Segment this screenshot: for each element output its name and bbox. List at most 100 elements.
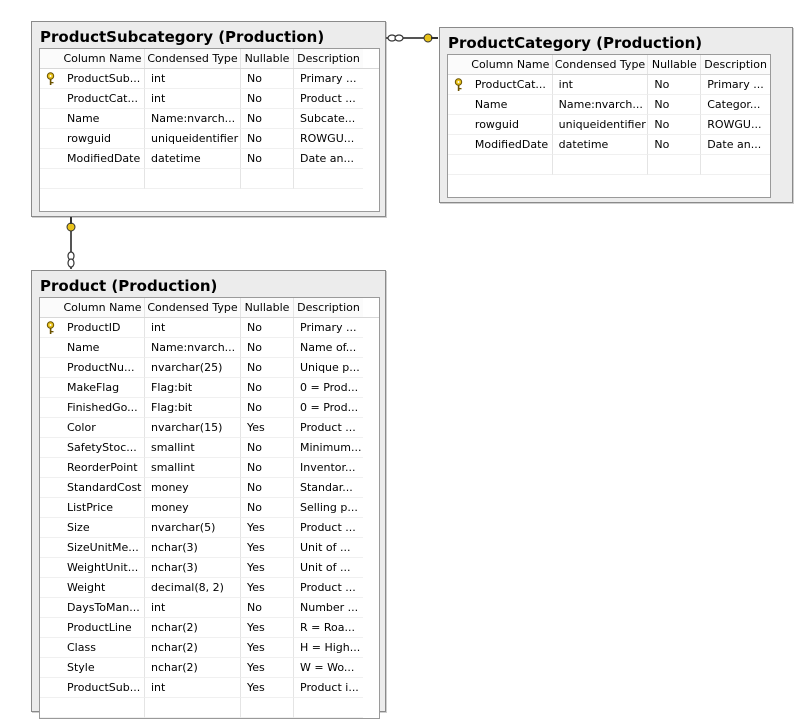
table-row[interactable]: WeightUnit... nchar(3) Yes Unit of ... bbox=[40, 558, 379, 578]
cell-nullable: Yes bbox=[241, 538, 294, 558]
table-productcategory[interactable]: ProductCategory (Production) Column Name… bbox=[439, 27, 793, 203]
empty-row[interactable] bbox=[40, 169, 379, 189]
table-row[interactable]: Color nvarchar(15) Yes Product ... bbox=[40, 418, 379, 438]
cell-nullable: Yes bbox=[241, 638, 294, 658]
cell-condensed-type: nvarchar(5) bbox=[145, 518, 241, 538]
header-description: Description bbox=[294, 49, 363, 68]
cell-column-name: SafetyStoc... bbox=[61, 438, 145, 458]
table-row[interactable]: ProductCat... int No Product ... bbox=[40, 89, 379, 109]
table-row[interactable]: StandardCost money No Standar... bbox=[40, 478, 379, 498]
row-selector[interactable] bbox=[448, 115, 469, 135]
row-selector[interactable] bbox=[40, 458, 61, 478]
relationship-subcategory-category[interactable] bbox=[384, 28, 440, 48]
cell-column-name: ModifiedDate bbox=[468, 135, 553, 155]
table-row[interactable]: ModifiedDate datetime No Date an... bbox=[40, 149, 379, 169]
row-selector[interactable] bbox=[40, 89, 61, 109]
table-productsubcategory[interactable]: ProductSubcategory (Production) Column N… bbox=[31, 21, 386, 217]
table-row[interactable]: ProductSub... int No Primary ... bbox=[40, 69, 379, 89]
table-row[interactable]: SafetyStoc... smallint No Minimum... bbox=[40, 438, 379, 458]
row-selector[interactable] bbox=[40, 518, 61, 538]
table-row[interactable]: ProductNu... nvarchar(25) No Unique p... bbox=[40, 358, 379, 378]
table-row[interactable]: Name Name:nvarch... No Name of... bbox=[40, 338, 379, 358]
cell-condensed-type: int bbox=[145, 598, 241, 618]
row-selector[interactable] bbox=[40, 109, 61, 129]
table-row[interactable]: ProductCat... int No Primary ... bbox=[448, 75, 770, 95]
table-row[interactable]: Style nchar(2) Yes W = Wo... bbox=[40, 658, 379, 678]
table-row[interactable]: ProductID int No Primary ... bbox=[40, 318, 379, 338]
table-row[interactable]: DaysToMan... int No Number ... bbox=[40, 598, 379, 618]
table-row[interactable]: Weight decimal(8, 2) Yes Product ... bbox=[40, 578, 379, 598]
cell-condensed-type: smallint bbox=[145, 458, 241, 478]
cell-condensed-type: nvarchar(15) bbox=[145, 418, 241, 438]
cell-column-name: Class bbox=[61, 638, 145, 658]
cell-nullable: No bbox=[241, 378, 294, 398]
empty-row[interactable] bbox=[40, 698, 379, 718]
empty-row[interactable] bbox=[448, 155, 770, 175]
cell-description: Primary ... bbox=[701, 75, 770, 95]
cell-condensed-type: nchar(2) bbox=[145, 658, 241, 678]
header-condensed-type: Condensed Type bbox=[145, 298, 241, 317]
row-selector[interactable] bbox=[40, 638, 61, 658]
relationship-product-subcategory[interactable] bbox=[63, 215, 79, 271]
cell-condensed-type: uniqueidentifier bbox=[145, 129, 241, 149]
header-nullable: Nullable bbox=[241, 298, 294, 317]
row-selector[interactable] bbox=[40, 578, 61, 598]
row-selector[interactable] bbox=[40, 598, 61, 618]
row-selector[interactable] bbox=[40, 618, 61, 638]
row-selector[interactable] bbox=[40, 478, 61, 498]
table-row[interactable]: rowguid uniqueidentifier No ROWGU... bbox=[40, 129, 379, 149]
table-row[interactable]: SizeUnitMe... nchar(3) Yes Unit of ... bbox=[40, 538, 379, 558]
row-selector[interactable] bbox=[40, 538, 61, 558]
table-row[interactable]: Name Name:nvarch... No Categor... bbox=[448, 95, 770, 115]
cell-condensed-type: Flag:bit bbox=[145, 378, 241, 398]
row-selector[interactable] bbox=[40, 418, 61, 438]
cell-nullable: Yes bbox=[241, 658, 294, 678]
grid-rows: ProductSub... int No Primary ... ProductCat.… bbox=[40, 69, 379, 189]
row-selector[interactable] bbox=[40, 558, 61, 578]
cell-column-name: rowguid bbox=[61, 129, 145, 149]
row-selector[interactable] bbox=[40, 438, 61, 458]
cell-nullable: Yes bbox=[241, 558, 294, 578]
cell-column-name: Name bbox=[61, 109, 145, 129]
row-selector[interactable] bbox=[40, 318, 61, 338]
row-selector[interactable] bbox=[448, 135, 469, 155]
cell-condensed-type: Name:nvarch... bbox=[145, 109, 241, 129]
table-row[interactable]: FinishedGo... Flag:bit No 0 = Prod... bbox=[40, 398, 379, 418]
row-selector[interactable] bbox=[40, 338, 61, 358]
row-selector[interactable] bbox=[40, 358, 61, 378]
table-row[interactable]: rowguid uniqueidentifier No ROWGU... bbox=[448, 115, 770, 135]
cell-column-name: Name bbox=[468, 95, 553, 115]
row-selector[interactable] bbox=[40, 129, 61, 149]
row-selector[interactable] bbox=[40, 658, 61, 678]
table-product[interactable]: Product (Production) Column Name Condens… bbox=[31, 270, 386, 719]
table-row[interactable]: ReorderPoint smallint No Inventor... bbox=[40, 458, 379, 478]
row-selector[interactable] bbox=[40, 678, 61, 698]
row-selector[interactable] bbox=[448, 75, 469, 95]
cell-column-name: Style bbox=[61, 658, 145, 678]
row-selector[interactable] bbox=[40, 378, 61, 398]
cell-column-name: ProductCat... bbox=[61, 89, 145, 109]
cell-nullable: Yes bbox=[241, 518, 294, 538]
table-row[interactable]: ListPrice money No Selling p... bbox=[40, 498, 379, 518]
row-selector[interactable] bbox=[448, 95, 469, 115]
row-selector[interactable] bbox=[40, 498, 61, 518]
header-description: Description bbox=[701, 55, 770, 74]
table-title: ProductCategory (Production) bbox=[448, 34, 703, 52]
cell-condensed-type: nchar(2) bbox=[145, 618, 241, 638]
table-row[interactable]: ProductSub... int Yes Product i... bbox=[40, 678, 379, 698]
cell-description: Name of... bbox=[294, 338, 363, 358]
cell-description: H = High... bbox=[294, 638, 363, 658]
cell-condensed-type: uniqueidentifier bbox=[552, 115, 649, 135]
table-row[interactable]: MakeFlag Flag:bit No 0 = Prod... bbox=[40, 378, 379, 398]
table-row[interactable]: ModifiedDate datetime No Date an... bbox=[448, 135, 770, 155]
cell-nullable: No bbox=[241, 478, 294, 498]
table-row[interactable]: ProductLine nchar(2) Yes R = Roa... bbox=[40, 618, 379, 638]
cell-condensed-type: nvarchar(25) bbox=[145, 358, 241, 378]
table-row[interactable]: Name Name:nvarch... No Subcate... bbox=[40, 109, 379, 129]
table-row[interactable]: Size nvarchar(5) Yes Product ... bbox=[40, 518, 379, 538]
cell-nullable: No bbox=[648, 95, 702, 115]
row-selector[interactable] bbox=[40, 69, 61, 89]
table-row[interactable]: Class nchar(2) Yes H = High... bbox=[40, 638, 379, 658]
row-selector[interactable] bbox=[40, 149, 61, 169]
row-selector[interactable] bbox=[40, 398, 61, 418]
